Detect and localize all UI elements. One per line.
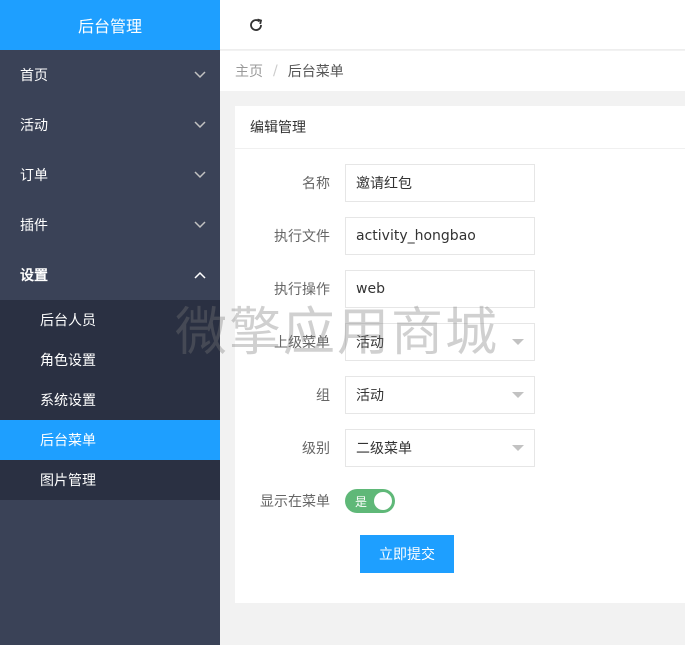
level-select-value: 二级菜单 — [356, 441, 412, 457]
breadcrumb-separator: / — [273, 63, 278, 79]
sidebar-item-label: 首页 — [20, 68, 48, 84]
file-input[interactable] — [345, 217, 535, 255]
sidebar-item-label: 设置 — [20, 268, 48, 284]
sidebar-subitem-menu[interactable]: 后台菜单 — [0, 420, 220, 460]
level-select[interactable]: 二级菜单 — [345, 429, 535, 467]
level-label: 级别 — [302, 441, 330, 457]
breadcrumb: 主页 / 后台菜单 — [220, 51, 685, 91]
breadcrumb-current: 后台菜单 — [287, 64, 344, 80]
form-row-name: 名称 — [235, 164, 685, 202]
chevron-up-icon — [194, 269, 206, 281]
chevron-down-icon — [194, 169, 206, 181]
group-select[interactable]: 活动 — [345, 376, 535, 414]
submit-button[interactable]: 立即提交 — [360, 535, 454, 573]
edit-panel: 编辑管理 名称 执行文件 执行操作 上级菜单 活动 组 活动 级别 二级菜单 显… — [235, 106, 685, 603]
form-row-show: 显示在菜单 是 — [235, 482, 685, 520]
form-row-level: 级别 二级菜单 — [235, 429, 685, 467]
sidebar-subitem-staff[interactable]: 后台人员 — [0, 300, 220, 340]
sidebar-subitem-system[interactable]: 系统设置 — [0, 380, 220, 420]
sidebar-item-settings[interactable]: 设置 — [0, 250, 220, 300]
chevron-down-icon — [194, 219, 206, 231]
top-header — [220, 0, 685, 50]
form-row-parent: 上级菜单 活动 — [235, 323, 685, 361]
form-row-group: 组 活动 — [235, 376, 685, 414]
chevron-down-icon — [194, 119, 206, 131]
form-row-file: 执行文件 — [235, 217, 685, 255]
name-input[interactable] — [345, 164, 535, 202]
parent-select[interactable]: 活动 — [345, 323, 535, 361]
sidebar-item-label: 插件 — [20, 218, 48, 234]
caret-down-icon — [512, 445, 524, 451]
breadcrumb-home[interactable]: 主页 — [235, 61, 263, 81]
sidebar-logo: 后台管理 — [0, 0, 220, 50]
settings-submenu: 后台人员 角色设置 系统设置 后台菜单 图片管理 — [0, 300, 220, 500]
sidebar-item-label: 活动 — [20, 118, 48, 134]
toggle-knob — [374, 492, 392, 510]
sidebar-item-home[interactable]: 首页 — [0, 50, 220, 100]
form-row-action: 执行操作 — [235, 270, 685, 308]
sidebar: 后台管理 首页 活动 订单 插件 设置 后台人员 角色设置 系统设置 后台菜单 … — [0, 0, 220, 645]
group-label: 组 — [316, 388, 330, 404]
sidebar-item-activity[interactable]: 活动 — [0, 100, 220, 150]
group-select-value: 活动 — [356, 388, 384, 404]
sidebar-item-plugins[interactable]: 插件 — [0, 200, 220, 250]
parent-select-value: 活动 — [356, 335, 384, 351]
show-label: 显示在菜单 — [260, 494, 330, 510]
panel-title: 编辑管理 — [235, 106, 685, 149]
toggle-text: 是 — [355, 494, 368, 509]
show-in-menu-toggle[interactable]: 是 — [345, 489, 395, 513]
sidebar-item-orders[interactable]: 订单 — [0, 150, 220, 200]
action-input[interactable] — [345, 270, 535, 308]
file-label: 执行文件 — [274, 229, 330, 245]
caret-down-icon — [512, 339, 524, 345]
sidebar-subitem-images[interactable]: 图片管理 — [0, 460, 220, 500]
sidebar-item-label: 订单 — [20, 168, 48, 184]
refresh-icon[interactable] — [248, 17, 264, 33]
chevron-down-icon — [194, 69, 206, 81]
name-label: 名称 — [302, 176, 330, 192]
action-label: 执行操作 — [274, 282, 330, 298]
sidebar-subitem-roles[interactable]: 角色设置 — [0, 340, 220, 380]
caret-down-icon — [512, 392, 524, 398]
parent-label: 上级菜单 — [274, 335, 330, 351]
